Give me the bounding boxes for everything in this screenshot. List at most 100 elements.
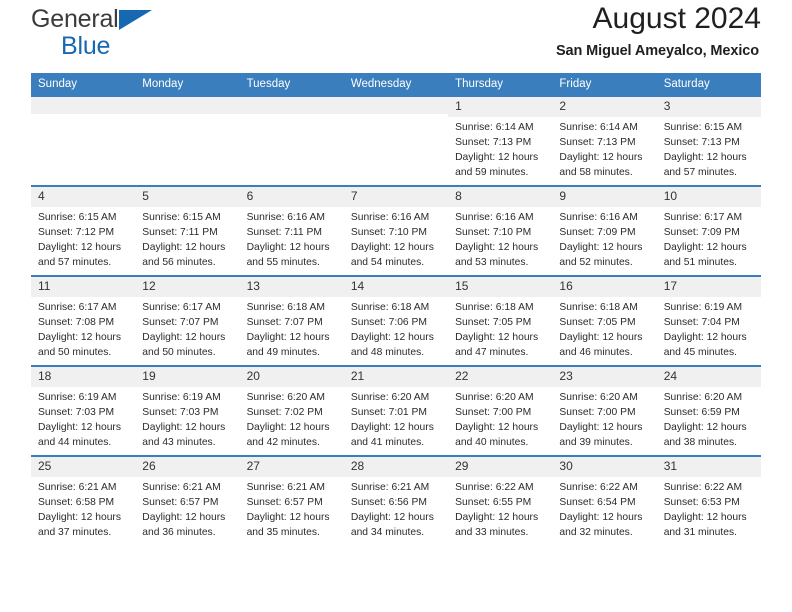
day-number: [135, 97, 240, 114]
day-number: 4: [31, 187, 136, 208]
day-detail-line: Sunrise: 6:21 AM: [142, 482, 221, 494]
day-details: Sunrise: 6:17 AM Sunset: 7:08 PM Daylight:…: [31, 297, 135, 360]
calendar-cell: 31 Sunrise: 6:22 AM Sunset: 6:53 PM Dayligh…: [656, 455, 761, 545]
calendar-day[interactable]: 28 Sunrise: 6:21 AM Sunset: 6:56 PM Dayligh…: [343, 457, 449, 545]
day-detail-line: Daylight: 12 hours: [455, 331, 539, 343]
calendar-day[interactable]: 23 Sunrise: 6:20 AM Sunset: 7:00 PM Dayligh…: [552, 367, 657, 455]
day-detail-line: Sunset: 7:07 PM: [246, 317, 323, 328]
day-number: [239, 97, 344, 114]
day-number: 28: [343, 457, 449, 478]
day-details: Sunrise: 6:22 AM Sunset: 6:55 PM Daylight:…: [448, 477, 552, 540]
day-detail-line: Sunset: 7:12 PM: [38, 227, 115, 238]
day-detail-line: Sunrise: 6:15 AM: [663, 122, 743, 134]
day-detail-line: and 33 minutes.: [455, 526, 529, 538]
day-number: 5: [135, 187, 240, 208]
weekday-header-monday: Monday: [135, 73, 240, 96]
calendar-day[interactable]: 31 Sunrise: 6:22 AM Sunset: 6:53 PM Dayligh…: [656, 457, 761, 545]
calendar-cell: 3 Sunrise: 6:15 AM Sunset: 7:13 PM Daylight…: [656, 95, 761, 186]
calendar-day[interactable]: 26 Sunrise: 6:21 AM Sunset: 6:57 PM Dayligh…: [135, 457, 240, 545]
calendar-cell: 28 Sunrise: 6:21 AM Sunset: 6:56 PM Dayligh…: [343, 455, 449, 545]
calendar-cell: 25 Sunrise: 6:21 AM Sunset: 6:58 PM Dayligh…: [31, 455, 136, 545]
calendar-day[interactable]: 14 Sunrise: 6:18 AM Sunset: 7:06 PM Dayligh…: [343, 277, 449, 365]
day-detail-line: Sunset: 7:13 PM: [663, 137, 740, 148]
calendar-day[interactable]: 20 Sunrise: 6:20 AM Sunset: 7:02 PM Dayligh…: [239, 367, 344, 455]
day-details: Sunrise: 6:20 AM Sunset: 7:02 PM Daylight:…: [240, 387, 344, 450]
day-detail-line: Sunrise: 6:17 AM: [38, 302, 117, 314]
calendar-day[interactable]: 15 Sunrise: 6:18 AM Sunset: 7:05 PM Dayligh…: [448, 277, 553, 365]
calendar-cell: 8 Sunrise: 6:16 AM Sunset: 7:10 PM Daylight…: [448, 185, 553, 276]
day-detail-line: Sunrise: 6:20 AM: [246, 392, 325, 404]
calendar-day[interactable]: 10 Sunrise: 6:17 AM Sunset: 7:09 PM Dayligh…: [656, 187, 761, 275]
day-details: Sunrise: 6:20 AM Sunset: 7:00 PM Daylight:…: [552, 387, 656, 450]
day-detail-line: and 50 minutes.: [142, 346, 216, 358]
calendar-day[interactable]: 27 Sunrise: 6:21 AM Sunset: 6:57 PM Dayligh…: [239, 457, 344, 545]
calendar-day[interactable]: 1 Sunrise: 6:14 AM Sunset: 7:13 PM Daylight…: [448, 97, 553, 185]
day-detail-line: Sunrise: 6:18 AM: [559, 302, 638, 314]
calendar-cell: 24 Sunrise: 6:20 AM Sunset: 6:59 PM Dayligh…: [656, 365, 761, 456]
calendar-day[interactable]: 22 Sunrise: 6:20 AM Sunset: 7:00 PM Dayligh…: [448, 367, 553, 455]
calendar-day[interactable]: 21 Sunrise: 6:20 AM Sunset: 7:01 PM Dayligh…: [343, 367, 449, 455]
day-number: [343, 97, 449, 114]
day-detail-line: and 50 minutes.: [38, 346, 112, 358]
calendar-cell: 18 Sunrise: 6:19 AM Sunset: 7:03 PM Dayligh…: [31, 365, 136, 456]
day-detail-line: Sunrise: 6:20 AM: [455, 392, 534, 404]
calendar-cell: 11 Sunrise: 6:17 AM Sunset: 7:08 PM Dayligh…: [31, 275, 136, 366]
calendar-day[interactable]: 29 Sunrise: 6:22 AM Sunset: 6:55 PM Dayligh…: [448, 457, 553, 545]
day-detail-line: Sunrise: 6:18 AM: [350, 302, 430, 314]
day-detail-line: Sunset: 7:00 PM: [455, 407, 532, 418]
day-detail-line: and 36 minutes.: [142, 526, 216, 538]
day-number: 25: [31, 457, 136, 478]
day-details: Sunrise: 6:15 AM Sunset: 7:13 PM Daylight:…: [657, 117, 761, 180]
calendar-day[interactable]: 8 Sunrise: 6:16 AM Sunset: 7:10 PM Daylight…: [448, 187, 553, 275]
day-number: 6: [239, 187, 344, 208]
day-detail-line: Sunset: 7:09 PM: [559, 227, 636, 238]
day-detail-line: Sunrise: 6:19 AM: [142, 392, 221, 404]
calendar-day[interactable]: 3 Sunrise: 6:15 AM Sunset: 7:13 PM Daylight…: [656, 97, 761, 185]
day-details: Sunrise: 6:20 AM Sunset: 6:59 PM Daylight:…: [657, 387, 761, 450]
general-blue-logo[interactable]: General Blue: [31, 5, 152, 59]
calendar-day[interactable]: 6 Sunrise: 6:16 AM Sunset: 7:11 PM Daylight…: [239, 187, 344, 275]
day-details: Sunrise: 6:14 AM Sunset: 7:13 PM Daylight:…: [448, 117, 552, 180]
calendar-day[interactable]: 17 Sunrise: 6:19 AM Sunset: 7:04 PM Dayligh…: [656, 277, 761, 365]
calendar-cell: [343, 95, 449, 186]
calendar-day[interactable]: 18 Sunrise: 6:19 AM Sunset: 7:03 PM Dayligh…: [31, 367, 136, 455]
day-detail-line: Daylight: 12 hours: [455, 511, 539, 523]
day-detail-line: and 43 minutes.: [142, 436, 216, 448]
calendar-page: General Blue August 2024 San Miguel Amey…: [0, 0, 792, 612]
calendar-day[interactable]: 11 Sunrise: 6:17 AM Sunset: 7:08 PM Dayligh…: [31, 277, 136, 365]
calendar-cell: 26 Sunrise: 6:21 AM Sunset: 6:57 PM Dayligh…: [135, 455, 240, 545]
day-detail-line: Sunrise: 6:16 AM: [455, 212, 534, 224]
calendar-day[interactable]: 9 Sunrise: 6:16 AM Sunset: 7:09 PM Daylight…: [552, 187, 657, 275]
location-subtitle: San Miguel Ameyalco, Mexico: [555, 42, 759, 59]
day-details: [240, 114, 344, 118]
day-detail-line: Daylight: 12 hours: [350, 421, 434, 433]
day-detail-line: and 40 minutes.: [455, 436, 529, 448]
calendar-day[interactable]: 13 Sunrise: 6:18 AM Sunset: 7:07 PM Dayligh…: [239, 277, 344, 365]
day-detail-line: Sunrise: 6:16 AM: [246, 212, 325, 224]
day-number: 9: [552, 187, 657, 208]
logo-text-general: General: [31, 5, 119, 33]
calendar-day[interactable]: 5 Sunrise: 6:15 AM Sunset: 7:11 PM Daylight…: [135, 187, 240, 275]
calendar-day[interactable]: 12 Sunrise: 6:17 AM Sunset: 7:07 PM Dayligh…: [135, 277, 240, 365]
calendar-cell: 17 Sunrise: 6:19 AM Sunset: 7:04 PM Dayligh…: [656, 275, 761, 366]
day-detail-line: Sunrise: 6:20 AM: [350, 392, 430, 404]
day-number: 26: [135, 457, 240, 478]
calendar-day[interactable]: 4 Sunrise: 6:15 AM Sunset: 7:12 PM Daylight…: [31, 187, 136, 275]
calendar-cell: [239, 95, 344, 186]
calendar-day[interactable]: 25 Sunrise: 6:21 AM Sunset: 6:58 PM Dayligh…: [31, 457, 136, 545]
calendar-cell: 7 Sunrise: 6:16 AM Sunset: 7:10 PM Daylight…: [343, 185, 449, 276]
calendar-day[interactable]: 19 Sunrise: 6:19 AM Sunset: 7:03 PM Dayligh…: [135, 367, 240, 455]
calendar-body: 1 Sunrise: 6:14 AM Sunset: 7:13 PM Daylight…: [31, 95, 761, 545]
calendar-day[interactable]: 7 Sunrise: 6:16 AM Sunset: 7:10 PM Daylight…: [343, 187, 449, 275]
day-details: Sunrise: 6:16 AM Sunset: 7:10 PM Daylight:…: [448, 207, 552, 270]
calendar-day[interactable]: 16 Sunrise: 6:18 AM Sunset: 7:05 PM Dayligh…: [552, 277, 657, 365]
calendar-day[interactable]: 24 Sunrise: 6:20 AM Sunset: 6:59 PM Dayligh…: [656, 367, 761, 455]
day-detail-line: Daylight: 12 hours: [455, 151, 539, 163]
day-details: Sunrise: 6:21 AM Sunset: 6:56 PM Daylight:…: [344, 477, 448, 540]
day-detail-line: Sunset: 6:57 PM: [246, 497, 323, 508]
day-detail-line: Daylight: 12 hours: [142, 331, 226, 343]
calendar-day[interactable]: 30 Sunrise: 6:22 AM Sunset: 6:54 PM Dayligh…: [552, 457, 657, 545]
day-number: 3: [656, 97, 761, 118]
day-details: Sunrise: 6:22 AM Sunset: 6:53 PM Daylight:…: [657, 477, 761, 540]
calendar-day[interactable]: 2 Sunrise: 6:14 AM Sunset: 7:13 PM Daylight…: [552, 97, 657, 185]
